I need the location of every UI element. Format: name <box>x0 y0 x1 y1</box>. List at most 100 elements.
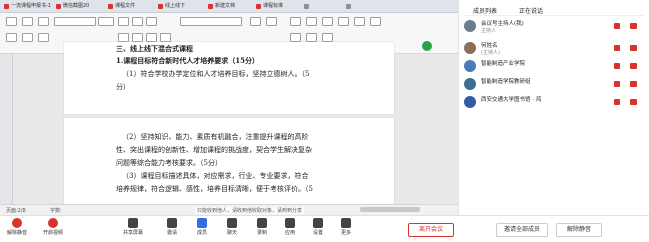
tab-6[interactable]: 课程标准 <box>254 2 309 11</box>
invite-icon <box>167 218 177 228</box>
italic-icon[interactable] <box>132 17 143 26</box>
doc-icon <box>4 4 9 9</box>
members-tab[interactable]: 成员列表 <box>473 6 497 15</box>
record-icon <box>257 218 267 228</box>
strike-icon[interactable] <box>118 33 129 42</box>
apps-button[interactable]: 应用 <box>278 218 302 236</box>
member-row[interactable]: 智能制造学院教研组 <box>464 76 646 92</box>
invite-all-button[interactable]: 邀请全部成员 <box>496 223 548 237</box>
settings-button[interactable]: 设置 <box>306 218 330 236</box>
word-count: 字数: <box>50 208 62 214</box>
paste-icon[interactable] <box>6 17 17 26</box>
member-row[interactable]: 西安交通大学图书馆 · 鸿 <box>464 94 646 110</box>
mic-muted-icon[interactable] <box>614 99 620 105</box>
picture-icon[interactable] <box>354 17 365 26</box>
zoom-slider[interactable] <box>360 207 420 212</box>
border-icon[interactable] <box>306 33 317 42</box>
invite-button[interactable]: 邀请 <box>160 218 184 236</box>
chat-button[interactable]: 聊天 <box>220 218 244 236</box>
mic-off-icon <box>12 218 22 228</box>
apps-icon <box>285 218 295 228</box>
undo-icon[interactable] <box>22 33 33 42</box>
document-page-2[interactable]: （2）坚持知识、能力、素质有机融合，注重提升课程的高阶 性、突出课程的创新性、增… <box>64 118 394 204</box>
more-icon <box>341 218 351 228</box>
subscript-icon[interactable] <box>146 33 157 42</box>
font-select[interactable] <box>54 17 96 26</box>
avatar <box>464 20 476 32</box>
page2-line-5: 培养规律，符合逻辑、感性，培养目标清晰，便于考核评价。（5 <box>116 185 313 193</box>
member-row[interactable]: 会议号主持人(我) 主持人 <box>464 18 646 34</box>
share-screen-icon <box>128 218 138 228</box>
mic-muted-icon[interactable] <box>614 45 620 51</box>
speaking-tab[interactable]: 正在说话 <box>519 6 543 15</box>
doc-icon <box>108 4 113 9</box>
redo-icon[interactable] <box>38 33 49 42</box>
tab-8[interactable] <box>344 2 393 11</box>
page1-line-4: 分） <box>116 83 130 91</box>
bold-icon[interactable] <box>118 17 129 26</box>
page2-line-4: （3）课程目标描述具体，对应需求，行业、专业要求，符合 <box>122 172 309 180</box>
leave-meeting-button[interactable]: 离开会议 <box>408 223 454 237</box>
cut-icon[interactable] <box>22 17 33 26</box>
underline-icon[interactable] <box>146 17 157 26</box>
avatar <box>464 42 476 54</box>
record-button[interactable]: 录制 <box>250 218 274 236</box>
doc-icon <box>256 4 261 9</box>
doc-icon <box>304 4 309 9</box>
page1-line-2: 1.课程目标符合新时代人才培养要求（15分） <box>116 56 260 65</box>
list-icon[interactable] <box>306 17 317 26</box>
table-icon[interactable] <box>338 17 349 26</box>
tab-3[interactable]: 课程文件 <box>106 2 163 11</box>
camera-off-icon[interactable] <box>630 45 637 51</box>
camera-off-icon <box>48 218 58 228</box>
tab-1[interactable]: 一流课程申报书-1 <box>2 2 61 11</box>
mic-muted-icon[interactable] <box>614 23 620 29</box>
superscript-icon[interactable] <box>132 33 143 42</box>
shading-icon[interactable] <box>322 33 333 42</box>
share-screen-button[interactable]: 共享屏幕 <box>118 218 148 236</box>
copy-icon[interactable] <box>38 17 49 26</box>
members-panel: 成员列表 正在说话 会议号主持人(我) 主持人 何姓名 (主持人) 智能制造产业… <box>458 0 649 215</box>
panel-divider <box>464 15 644 16</box>
font-size-select[interactable] <box>98 17 114 26</box>
document-canvas: 三、线上线下混合式课程 1.课程目标符合新时代人才培养要求（15分） （1）符合… <box>0 42 458 204</box>
mic-muted-icon[interactable] <box>614 81 620 87</box>
find-icon[interactable] <box>250 17 261 26</box>
navigation-rail[interactable] <box>0 54 13 204</box>
tab-2[interactable]: 微信截图20 <box>54 2 113 11</box>
replace-icon[interactable] <box>266 17 277 26</box>
camera-off-icon[interactable] <box>630 23 637 29</box>
align-icon[interactable] <box>290 17 301 26</box>
members-button[interactable]: 成员 <box>190 218 214 236</box>
video-button[interactable]: 开启视频 <box>38 218 68 236</box>
sync-status-icon[interactable] <box>422 41 432 51</box>
line-spacing-icon[interactable] <box>290 33 301 42</box>
document-page-1[interactable]: 三、线上线下混合式课程 1.课程目标符合新时代人才培养要求（15分） （1）符合… <box>64 42 394 114</box>
style-gallery[interactable] <box>180 17 242 26</box>
more-button[interactable]: 更多 <box>334 218 358 236</box>
mute-button[interactable]: 解除静音 <box>4 218 30 236</box>
tab-4[interactable]: 线上线下 <box>156 2 213 11</box>
mic-muted-icon[interactable] <box>614 63 620 69</box>
status-bar: 页面:2/8 字数: 只能收到他人，请收到他收取对象，请到到分享 <box>0 204 458 215</box>
doc-icon <box>56 4 61 9</box>
indent-icon[interactable] <box>322 17 333 26</box>
share-hint: 只能收到他人，请收到他收取对象，请到到分享 <box>195 207 305 214</box>
page2-line-3: 问题等综合能力考核要求。（5分） <box>116 159 222 167</box>
camera-off-icon[interactable] <box>630 99 637 105</box>
doc-icon <box>346 4 351 9</box>
page2-line-1: （2）坚持知识、能力、素质有机融合，注重提升课程的高阶 <box>122 133 309 141</box>
member-row[interactable]: 智能制造产业学院 <box>464 58 646 74</box>
tab-5[interactable]: 新建文档 <box>206 2 261 11</box>
format-painter-icon[interactable] <box>6 33 17 42</box>
member-row[interactable]: 何姓名 (主持人) <box>464 40 646 56</box>
camera-off-icon[interactable] <box>630 63 637 69</box>
page1-line-1: 三、线上线下混合式课程 <box>116 44 193 53</box>
font-color-icon[interactable] <box>160 33 171 42</box>
doc-icon <box>158 4 163 9</box>
unmute-all-button[interactable]: 解除静音 <box>556 223 602 237</box>
avatar <box>464 96 476 108</box>
shape-icon[interactable] <box>370 17 381 26</box>
doc-icon <box>208 4 213 9</box>
camera-off-icon[interactable] <box>630 81 637 87</box>
